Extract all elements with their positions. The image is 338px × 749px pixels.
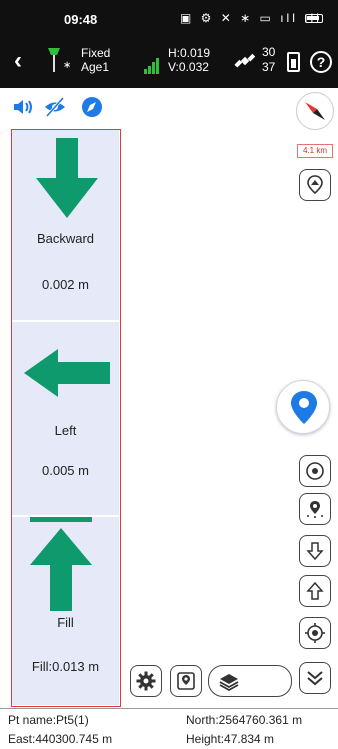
compass-mode-icon[interactable]: [80, 96, 104, 118]
gear-icon: [136, 671, 156, 691]
zoom-fit-button[interactable]: [299, 455, 331, 487]
chevron-double-down-icon: [307, 671, 323, 686]
point-info-bar: Pt name:Pt5(1) North:2564760.361 m East:…: [0, 708, 338, 749]
locate-me-button[interactable]: [276, 380, 330, 434]
visibility-off-icon[interactable]: [43, 96, 67, 118]
arrow-left-icon: [24, 349, 110, 397]
backward-section: Backward 0.002 m: [12, 130, 119, 320]
east-coordinate: East:440300.745 m: [8, 732, 113, 746]
arrow-up-outline-icon: [306, 581, 324, 600]
fill-distance: Fill:0.013 m: [31, 659, 100, 674]
rover-icon[interactable]: [46, 44, 62, 74]
arrow-down-outline-icon: [306, 542, 324, 561]
nearest-point-button[interactable]: [299, 169, 331, 201]
layers-button[interactable]: [208, 665, 292, 697]
satellite-icon[interactable]: [234, 50, 256, 72]
center-location-button[interactable]: [299, 617, 331, 649]
speaker-icon[interactable]: [12, 96, 36, 118]
satellites-seen: 37: [262, 60, 276, 74]
next-point-button[interactable]: [299, 535, 331, 567]
compass-button[interactable]: [296, 92, 334, 130]
arrow-up-fill-icon: [30, 517, 92, 611]
backward-distance: 0.002 m: [42, 277, 89, 292]
point-select-button[interactable]: [299, 493, 331, 525]
stakeout-panel: Backward 0.002 m Left 0.005 m Fill Fill:…: [11, 129, 121, 707]
backward-label: Backward: [36, 231, 95, 246]
layers-icon: [219, 674, 239, 692]
back-button[interactable]: ‹: [14, 49, 22, 73]
h-rms: H:0.019: [168, 46, 211, 60]
height-value: Height:47.834 m: [186, 732, 275, 746]
v-rms: V:0.032: [168, 60, 209, 74]
map-point-button[interactable]: [170, 665, 202, 697]
left-section: Left 0.005 m: [12, 322, 119, 515]
app-header: ‹ ∗ Fixed Age1 H:0.019 V:0.032 30 37 ?: [0, 38, 338, 88]
status-time: 09:48: [64, 12, 98, 27]
photo-pin-icon: [177, 672, 195, 690]
expand-toolbar-button[interactable]: [299, 662, 331, 694]
left-distance: 0.005 m: [42, 463, 89, 478]
correction-age: Age1: [81, 60, 110, 74]
fill-section: Fill Fill:0.013 m: [12, 517, 119, 705]
solution-status: Fixed: [81, 46, 111, 60]
crosshair-icon: [305, 623, 325, 643]
left-label: Left: [54, 423, 77, 438]
previous-point-button[interactable]: [299, 575, 331, 607]
location-pin-icon: [291, 391, 317, 424]
target-icon: [306, 462, 324, 480]
compass-needle-icon: [305, 102, 325, 120]
bluetooth-icon: ∗: [63, 60, 72, 71]
map-pin-icon: [307, 175, 323, 195]
help-button[interactable]: ?: [310, 51, 332, 73]
settings-button[interactable]: [130, 665, 162, 697]
point-name: Pt name:Pt5(1): [8, 713, 89, 727]
device-icon[interactable]: [287, 52, 300, 72]
battery-icon: [305, 14, 323, 23]
north-coordinate: North:2564760.361 m: [186, 713, 303, 727]
satellites-used: 30: [262, 45, 276, 59]
pin-dots-icon: [307, 501, 323, 518]
status-icons: ▣ ⚙ ✕ ∗ ▭ ıll ıll: [180, 11, 322, 25]
map-scale: 4.1 km: [297, 144, 333, 158]
status-bar: 09:48 ▣ ⚙ ✕ ∗ ▭ ıll ıll: [0, 0, 338, 38]
arrow-down-icon: [36, 138, 98, 218]
signal-bars-icon: [144, 58, 159, 74]
fill-label: Fill: [57, 615, 74, 630]
